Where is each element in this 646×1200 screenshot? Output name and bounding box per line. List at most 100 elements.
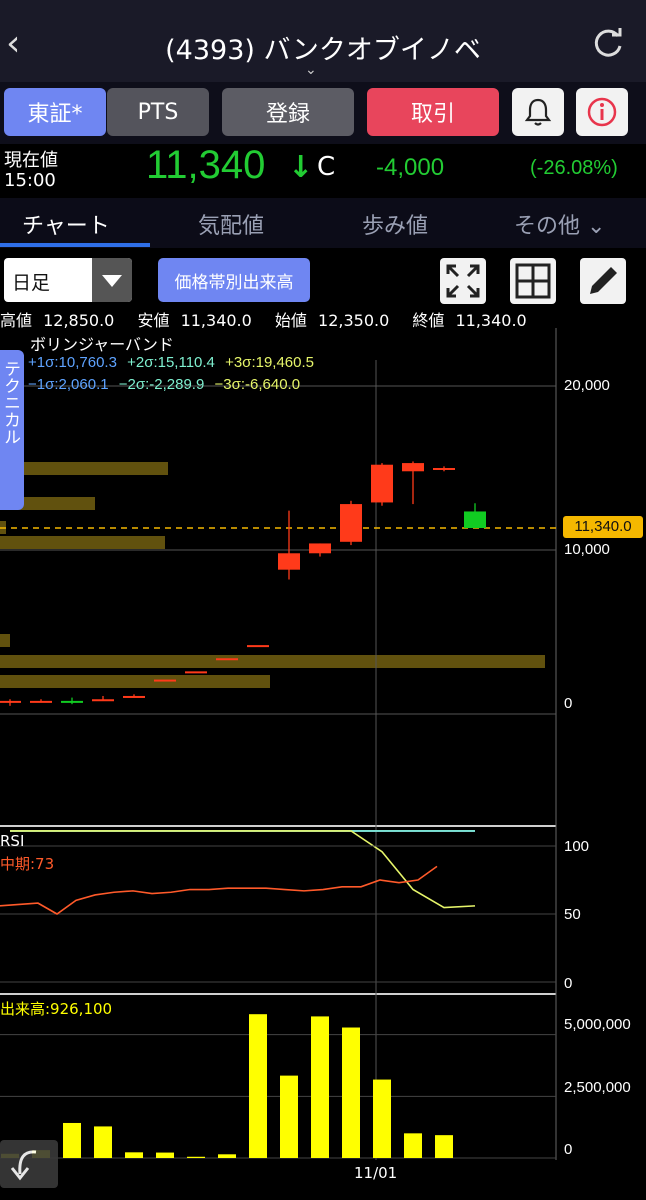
volume-panel bbox=[0, 1014, 556, 1159]
undo-arrow-icon bbox=[10, 1150, 37, 1181]
volume-bar bbox=[404, 1133, 422, 1158]
price-change-percent: (-26.08%) bbox=[530, 157, 618, 179]
reload-icon[interactable] bbox=[590, 26, 626, 62]
current-price-tag: 11,340.0 bbox=[563, 516, 643, 538]
tab-quotes[interactable]: 気配値 bbox=[198, 208, 264, 240]
volume-bar bbox=[63, 1122, 81, 1158]
rsi-axis-tick: 50 bbox=[564, 906, 581, 923]
candle-body bbox=[371, 464, 393, 503]
bollinger-lower-legend: −1σ:2,060.1 −2σ:-2,289.9 −3σ:-6,640.0 bbox=[28, 376, 300, 393]
info-icon bbox=[587, 97, 617, 127]
candle-body bbox=[216, 658, 238, 661]
pts-button[interactable]: PTS bbox=[107, 88, 209, 136]
candle-body bbox=[61, 700, 83, 703]
candle-body bbox=[433, 468, 455, 470]
fullscreen-button[interactable] bbox=[440, 258, 486, 304]
volume-by-price-bar bbox=[0, 634, 10, 647]
expand-icon bbox=[446, 264, 480, 298]
chart-background bbox=[0, 328, 557, 1160]
candle-body bbox=[92, 699, 114, 702]
bb-plus2: +2σ:15,110.4 bbox=[127, 354, 215, 371]
price-change: -4,000 bbox=[376, 154, 445, 181]
bb-minus1: −1σ:2,060.1 bbox=[28, 376, 109, 393]
bollinger-upper-legend: +1σ:10,760.3 +2σ:15,110.4 +3σ:19,460.5 bbox=[28, 354, 314, 371]
tab-time-sales[interactable]: 歩み値 bbox=[362, 208, 428, 240]
volume-by-price-bars bbox=[0, 462, 545, 688]
candle-body bbox=[185, 671, 207, 674]
bb-plus1: +1σ:10,760.3 bbox=[28, 354, 117, 371]
alert-bell-button[interactable] bbox=[512, 88, 564, 136]
candle-body bbox=[123, 695, 145, 698]
price-time: 15:00 bbox=[4, 170, 56, 191]
close-flag: C bbox=[317, 152, 336, 182]
chevron-down-icon[interactable]: ⌄ bbox=[305, 62, 317, 78]
undo-button[interactable] bbox=[0, 1140, 58, 1188]
candle-body bbox=[30, 700, 52, 703]
price-down-arrow-icon: ↓ bbox=[288, 150, 314, 185]
stock-chart[interactable] bbox=[0, 328, 646, 1200]
trade-button[interactable]: 取引 bbox=[367, 88, 499, 136]
bell-icon bbox=[524, 98, 552, 126]
period-select-value: 日足 bbox=[12, 272, 51, 294]
rsi-label: 中期:73 bbox=[0, 855, 55, 873]
technical-side-tab-label: テクニカル bbox=[0, 360, 20, 445]
tab-chart[interactable]: チャート bbox=[22, 208, 110, 240]
rsi-title: RSI bbox=[0, 832, 25, 850]
candle-body bbox=[154, 679, 176, 682]
bollinger-bands bbox=[10, 830, 476, 909]
candle-body bbox=[247, 645, 269, 648]
volume-bar bbox=[187, 1156, 205, 1158]
layout-grid-button[interactable] bbox=[510, 258, 556, 304]
chevron-down-icon bbox=[92, 258, 132, 302]
price-axis-tick: 20,000 bbox=[564, 377, 610, 394]
volume-by-price-button[interactable]: 価格帯別出来高 bbox=[158, 258, 310, 302]
bb-minus2: −2σ:-2,289.9 bbox=[118, 376, 205, 393]
volume-bar bbox=[280, 1075, 298, 1158]
chart-gridlines bbox=[0, 360, 556, 1160]
grid-icon bbox=[515, 263, 551, 299]
volume-bar bbox=[342, 1027, 360, 1158]
candle-body bbox=[340, 504, 362, 542]
date-axis-label: 11/01 bbox=[354, 1164, 398, 1182]
current-price-value: 11,340 bbox=[146, 143, 266, 187]
volume-by-price-bar bbox=[0, 675, 270, 688]
volume-bar bbox=[373, 1079, 391, 1158]
rsi-axis-tick: 0 bbox=[564, 975, 573, 992]
candle-body bbox=[278, 553, 300, 570]
volume-bar bbox=[218, 1154, 236, 1158]
candle-body bbox=[0, 700, 21, 703]
volume-by-price-bar bbox=[0, 462, 168, 475]
technical-side-tab[interactable]: テクニカル bbox=[0, 350, 24, 510]
bb-minus3: −3σ:-6,640.0 bbox=[214, 376, 301, 393]
price-axis-tick: 10,000 bbox=[564, 541, 610, 558]
price-axis-tick: 0 bbox=[564, 695, 573, 712]
period-select[interactable]: 日足 bbox=[4, 258, 132, 302]
tse-button[interactable]: 東証* bbox=[4, 88, 106, 136]
volume-axis-tick: 5,000,000 bbox=[564, 1016, 631, 1033]
candle-body bbox=[402, 463, 424, 472]
bollinger-line-m3 bbox=[10, 830, 476, 909]
info-button[interactable] bbox=[576, 88, 628, 136]
draw-button[interactable] bbox=[580, 258, 626, 304]
current-price-label: 現在値 bbox=[4, 150, 58, 171]
volume-bar bbox=[435, 1135, 453, 1158]
volume-bar bbox=[125, 1152, 143, 1158]
tab-other[interactable]: その他 ⌄ bbox=[514, 208, 605, 240]
bollinger-title: ボリンジャーバンド bbox=[30, 335, 174, 354]
tab-active-indicator bbox=[0, 243, 150, 247]
volume-bar bbox=[94, 1126, 112, 1158]
volume-by-price-bar bbox=[0, 536, 165, 549]
volume-axis-tick: 2,500,000 bbox=[564, 1079, 631, 1096]
bb-plus3: +3σ:19,460.5 bbox=[225, 354, 314, 371]
volume-by-price-bar bbox=[0, 655, 545, 668]
register-button[interactable]: 登録 bbox=[222, 88, 354, 136]
pencil-icon bbox=[590, 267, 617, 294]
volume-bar bbox=[249, 1014, 267, 1158]
rsi-line bbox=[0, 865, 438, 915]
volume-title: 出来高:926,100 bbox=[0, 1000, 113, 1018]
rsi-panel bbox=[0, 845, 556, 983]
candle-body bbox=[464, 511, 486, 529]
stock-title[interactable]: (4393) バンクオブイノベ bbox=[0, 28, 646, 67]
volume-bar bbox=[156, 1152, 174, 1158]
candle-body bbox=[309, 543, 331, 554]
